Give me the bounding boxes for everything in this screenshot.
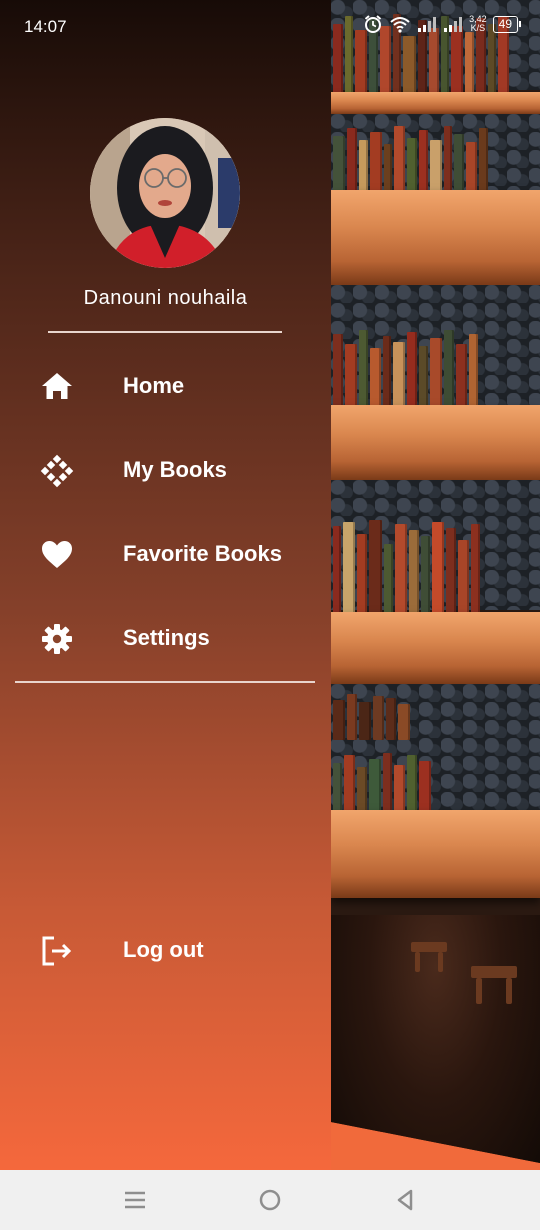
gear-icon bbox=[42, 624, 72, 654]
user-name: Danouni nouhaila bbox=[83, 287, 248, 309]
menu-label-favorite-books: Favorite Books bbox=[123, 541, 282, 566]
logout-label: Log out bbox=[123, 937, 204, 962]
status-bar: 14:07 3,42 K/S 49 bbox=[0, 0, 540, 54]
bookshelf-image bbox=[331, 0, 540, 1163]
menu-item-favorite-books[interactable]: Favorite Books bbox=[0, 524, 331, 584]
menu-label-my-books: My Books bbox=[123, 457, 227, 482]
profile-avatar[interactable] bbox=[90, 118, 240, 268]
status-time: 14:07 bbox=[24, 17, 67, 36]
navigation-drawer: Danouni nouhaila Home My Books Favorite … bbox=[0, 0, 331, 1170]
signal-icon-2 bbox=[444, 17, 463, 32]
menu-item-settings[interactable]: Settings bbox=[0, 608, 331, 668]
divider bbox=[48, 331, 282, 333]
home-icon bbox=[42, 373, 72, 399]
books-grid-icon bbox=[40, 454, 74, 488]
network-speed-unit: K/S bbox=[470, 23, 486, 33]
menu-label-settings: Settings bbox=[123, 625, 210, 650]
profile-photo bbox=[90, 118, 240, 268]
battery-indicator: 49 bbox=[492, 15, 522, 33]
menu-item-home[interactable]: Home bbox=[0, 356, 331, 416]
menu-label-home: Home bbox=[123, 373, 185, 398]
alarm-icon bbox=[364, 15, 382, 33]
home-button[interactable] bbox=[255, 1185, 285, 1215]
back-button[interactable] bbox=[390, 1185, 420, 1215]
system-nav-bar bbox=[0, 1170, 540, 1230]
logout-icon bbox=[42, 936, 72, 966]
signal-icon bbox=[418, 17, 437, 32]
network-speed: 3,42 K/S bbox=[469, 15, 487, 33]
menu-item-my-books[interactable]: My Books bbox=[0, 440, 331, 500]
heart-icon bbox=[42, 541, 72, 568]
wifi-icon bbox=[390, 17, 410, 33]
background-content bbox=[331, 0, 540, 1170]
recent-apps-button[interactable] bbox=[120, 1185, 150, 1215]
status-icons: 3,42 K/S 49 bbox=[363, 14, 522, 34]
divider bbox=[15, 681, 315, 683]
logout-button[interactable]: Log out bbox=[0, 920, 331, 980]
